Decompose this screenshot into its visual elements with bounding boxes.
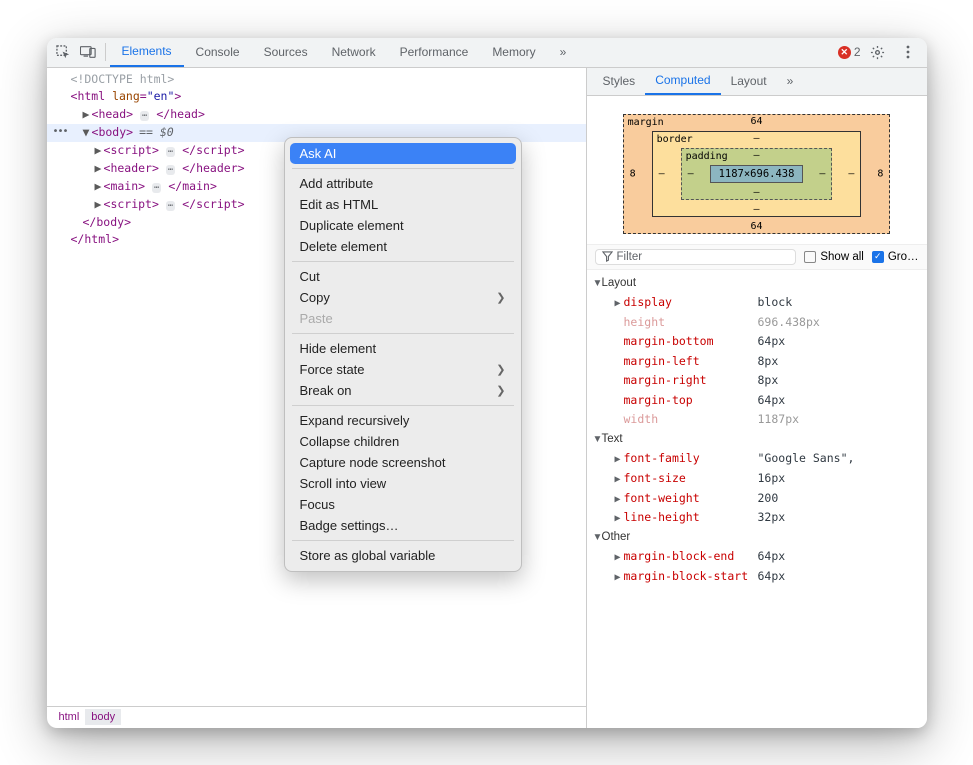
dom-header[interactable]: <header> (104, 161, 159, 175)
prop-row[interactable]: margin-bottom64px (593, 332, 921, 352)
dom-main[interactable]: <main> (104, 179, 146, 193)
show-all-checkbox[interactable]: Show all (804, 251, 863, 263)
ctx-item[interactable]: Hide element (290, 338, 516, 359)
ctx-item[interactable]: Force state❯ (290, 359, 516, 380)
prop-row[interactable]: ▶margin-block-end64px (593, 547, 921, 567)
divider (105, 43, 106, 61)
tab-console[interactable]: Console (184, 38, 252, 68)
bm-border-label: border (657, 134, 693, 145)
ctx-item[interactable]: Badge settings… (290, 515, 516, 536)
device-icon[interactable] (77, 41, 99, 63)
dom-doctype[interactable]: <!DOCTYPE html> (71, 72, 175, 86)
prop-row[interactable]: margin-left8px (593, 352, 921, 372)
tab-memory[interactable]: Memory (480, 38, 547, 68)
subtab-computed[interactable]: Computed (645, 67, 720, 95)
breadcrumb: html body (47, 706, 586, 728)
prop-row[interactable]: ▶font-family"Google Sans", (593, 449, 921, 469)
ctx-item[interactable]: Break on❯ (290, 380, 516, 401)
devtools-window: Elements Console Sources Network Perform… (47, 38, 927, 728)
tab-sources[interactable]: Sources (252, 38, 320, 68)
filter-bar: Filter Show all ✓Gro… (587, 244, 927, 270)
subtab-layout[interactable]: Layout (721, 67, 777, 95)
dom-script2[interactable]: <script> (104, 197, 159, 211)
error-count[interactable]: ✕ 2 (838, 45, 861, 59)
more-icon[interactable] (897, 41, 919, 63)
ctx-item[interactable]: Add attribute (290, 173, 516, 194)
ctx-item[interactable]: Store as global variable (290, 545, 516, 566)
dom-html-open[interactable]: <html lang="en"> (71, 89, 182, 103)
bm-margin-label: margin (628, 117, 664, 128)
main-toolbar: Elements Console Sources Network Perform… (47, 38, 927, 68)
prop-row[interactable]: margin-top64px (593, 391, 921, 411)
ctx-item: Paste (290, 308, 516, 329)
dom-script1[interactable]: <script> (104, 143, 159, 157)
dom-html-close[interactable]: </html> (71, 232, 120, 246)
subtab-styles[interactable]: Styles (593, 67, 646, 95)
settings-icon[interactable] (867, 41, 889, 63)
dom-body-close[interactable]: </body> (83, 215, 132, 229)
prop-row[interactable]: ▶displayblock (593, 293, 921, 313)
styles-panel: Styles Computed Layout » margin 64 64 8 … (587, 68, 927, 728)
ctx-item[interactable]: Ask AI (290, 143, 516, 164)
ctx-separator (292, 333, 514, 334)
ctx-separator (292, 405, 514, 406)
prop-row[interactable]: ▶font-size16px (593, 469, 921, 489)
tab-elements[interactable]: Elements (110, 38, 184, 68)
breadcrumb-html[interactable]: html (53, 709, 86, 725)
ctx-item[interactable]: Capture node screenshot (290, 452, 516, 473)
inspect-icon[interactable] (53, 41, 75, 63)
prop-row[interactable]: height696.438px (593, 313, 921, 333)
tab-network[interactable]: Network (320, 38, 388, 68)
prop-group[interactable]: ▼Layout (593, 274, 921, 294)
bm-padding-label: padding (686, 151, 728, 162)
bm-content: 1187×696.438 (710, 165, 804, 183)
filter-icon (602, 251, 613, 262)
ctx-item[interactable]: Cut (290, 266, 516, 287)
ctx-item[interactable]: Scroll into view (290, 473, 516, 494)
subtabs-overflow[interactable]: » (777, 67, 804, 95)
prop-row[interactable]: width1187px (593, 410, 921, 430)
ctx-item[interactable]: Duplicate element (290, 215, 516, 236)
gutter-dots: ••• (53, 124, 68, 140)
ctx-item[interactable]: Expand recursively (290, 410, 516, 431)
prop-row[interactable]: ▶line-height32px (593, 508, 921, 528)
breadcrumb-body[interactable]: body (85, 709, 121, 725)
prop-row[interactable]: ▶margin-block-start64px (593, 567, 921, 587)
ctx-item[interactable]: Edit as HTML (290, 194, 516, 215)
prop-group[interactable]: ▼Text (593, 430, 921, 450)
computed-properties[interactable]: ▼Layout▶displayblockheight696.438pxmargi… (587, 270, 927, 728)
group-checkbox[interactable]: ✓Gro… (872, 251, 919, 263)
context-menu: Ask AI Add attributeEdit as HTMLDuplicate… (284, 137, 522, 572)
ctx-item[interactable]: Copy❯ (290, 287, 516, 308)
box-model[interactable]: margin 64 64 8 8 border – – – – paddin (587, 96, 927, 244)
ctx-separator (292, 168, 514, 169)
error-number: 2 (854, 45, 861, 59)
prop-row[interactable]: margin-right8px (593, 371, 921, 391)
tab-performance[interactable]: Performance (388, 38, 481, 68)
filter-input[interactable]: Filter (595, 249, 797, 265)
prop-group[interactable]: ▼Other (593, 528, 921, 548)
styles-tabs: Styles Computed Layout » (587, 68, 927, 96)
tabs-overflow[interactable]: » (548, 38, 579, 68)
error-icon: ✕ (838, 46, 851, 59)
ctx-item[interactable]: Collapse children (290, 431, 516, 452)
main-tabs: Elements Console Sources Network Perform… (110, 38, 838, 68)
ctx-item[interactable]: Focus (290, 494, 516, 515)
ctx-item[interactable]: Delete element (290, 236, 516, 257)
prop-row[interactable]: ▶font-weight200 (593, 489, 921, 509)
dom-head[interactable]: <head> (92, 107, 134, 121)
ctx-separator (292, 261, 514, 262)
ctx-separator (292, 540, 514, 541)
